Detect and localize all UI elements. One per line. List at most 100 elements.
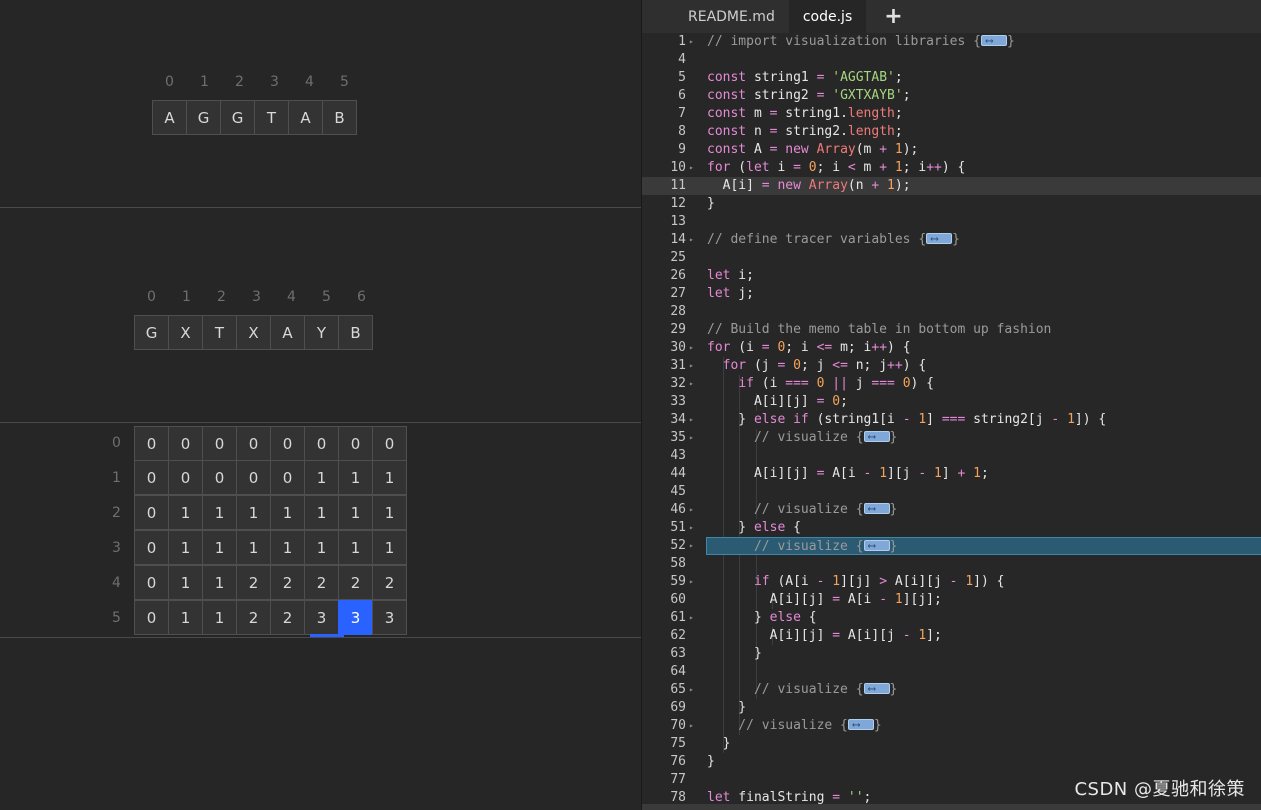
memo-cell[interactable]: 0 [134,460,169,495]
memo-cell[interactable]: 0 [134,426,169,461]
fold-toggle-icon[interactable]: ▸ [689,681,699,699]
memo-cell[interactable]: 3 [338,600,373,635]
code-text[interactable]: // visualize {} [706,537,1261,555]
code-line[interactable]: 25 [642,249,1261,267]
code-line[interactable]: 33 A[i][j] = 0; [642,393,1261,411]
code-line[interactable]: 34 ▸ } else if (string1[i - 1] === string… [642,411,1261,429]
code-line[interactable]: 11 A[i] = new Array(n + 1); [642,177,1261,195]
code-line[interactable]: 6 const string2 = 'GXTXAYB'; [642,87,1261,105]
memo-cell[interactable]: 1 [372,530,407,565]
fold-toggle-icon[interactable]: ▸ [689,609,699,627]
memo-cell[interactable]: 2 [372,565,407,600]
code-line[interactable]: 75 } [642,735,1261,753]
memo-cell[interactable]: 1 [236,495,271,530]
line-number[interactable]: 60 [642,591,686,609]
memo-cell[interactable]: 2 [304,565,339,600]
memo-cell[interactable]: 2 [270,600,305,635]
line-number[interactable]: 33 [642,393,686,411]
array-cell[interactable]: G [220,100,255,135]
code-line[interactable]: 61 ▸ } else { [642,609,1261,627]
fold-toggle-icon[interactable]: ▸ [689,519,699,537]
code-line[interactable]: 69 } [642,699,1261,717]
memo-cell[interactable]: 1 [338,460,373,495]
memo-cell[interactable]: 2 [338,565,373,600]
code-text[interactable]: } [707,195,715,213]
code-line[interactable]: 32 ▸ if (i === 0 || j === 0) { [642,375,1261,393]
fold-toggle-icon[interactable]: ▸ [689,501,699,519]
folded-region-marker-icon[interactable] [926,230,953,248]
code-text[interactable]: A[i][j] = A[i - 1][j - 1] + 1; [707,465,989,483]
code-text[interactable]: // Build the memo table in bottom up fas… [707,321,1051,339]
code-line[interactable]: 70▸ // visualize {} [642,716,1261,735]
code-line[interactable]: 30 ▸ for (i = 0; i <= m; i++) { [642,339,1261,357]
memo-cell[interactable]: 1 [304,460,339,495]
memo-cell[interactable]: 2 [236,565,271,600]
code-line[interactable]: 7 const m = string1.length; [642,105,1261,123]
code-text[interactable]: } else { [707,609,817,627]
fold-toggle-icon[interactable]: ▸ [689,411,699,429]
code-text[interactable]: } [707,699,746,717]
code-text[interactable]: for (let i = 0; i < m + 1; i++) { [707,159,965,177]
code-text[interactable]: const string1 = 'AGGTAB'; [707,69,903,87]
code-text[interactable]: A[i][j] = 0; [707,393,848,411]
line-number[interactable]: 65 [642,681,686,699]
fold-toggle-icon[interactable]: ▸ [689,231,699,249]
add-tab-button[interactable]: + [866,0,920,33]
line-number[interactable]: 35 [642,429,686,447]
memo-cell[interactable]: 1 [202,530,237,565]
fold-toggle-icon[interactable]: ▸ [689,339,699,357]
memo-cell[interactable]: 1 [270,495,305,530]
code-line[interactable]: 58 [642,555,1261,573]
code-line[interactable]: 27 let j; [642,285,1261,303]
memo-cell[interactable]: 2 [270,565,305,600]
array-cell[interactable]: A [270,315,305,350]
code-text[interactable]: for (j = 0; j <= n; j++) { [707,357,927,375]
fold-toggle-icon[interactable]: ▸ [689,429,699,447]
code-text[interactable]: } else if (string1[i - 1] === string2[j … [707,411,1106,429]
code-line[interactable]: 46▸ // visualize {} [642,500,1261,519]
code-line[interactable]: 9 const A = new Array(m + 1); [642,141,1261,159]
line-number[interactable]: 6 [642,87,686,105]
memo-cell[interactable]: 0 [202,460,237,495]
array-cell[interactable]: B [322,100,357,135]
fold-toggle-icon[interactable]: ▸ [689,573,699,591]
memo-cell[interactable]: 0 [202,426,237,461]
line-number[interactable]: 34 [642,411,686,429]
folded-region-marker-icon[interactable] [863,680,890,698]
line-number[interactable]: 14 [642,231,686,249]
code-text[interactable]: const A = new Array(m + 1); [707,141,918,159]
fold-toggle-icon[interactable]: ▸ [689,537,699,555]
memo-cell[interactable]: 1 [168,495,203,530]
memo-cell[interactable]: 3 [372,600,407,635]
code-text[interactable]: A[i][j] = A[i][j - 1]; [707,627,942,645]
memo-cell[interactable]: 0 [134,600,169,635]
memo-cell[interactable]: 3 [304,600,339,635]
code-line[interactable]: 52▸ // visualize {} [642,537,1261,555]
line-number[interactable]: 1 [642,33,686,51]
code-text[interactable]: // import visualization libraries {} [707,33,1015,51]
line-number[interactable]: 25 [642,249,686,267]
line-number[interactable]: 52 [642,537,686,555]
code-line[interactable]: 64 [642,663,1261,681]
folded-region-marker-icon[interactable] [863,500,890,518]
code-text[interactable]: // define tracer variables {} [707,230,960,249]
line-number[interactable]: 5 [642,69,686,87]
code-text[interactable]: } else { [707,519,801,537]
memo-cell[interactable]: 0 [236,460,271,495]
line-number[interactable]: 46 [642,501,686,519]
code-line[interactable]: 28 [642,303,1261,321]
memo-cell[interactable]: 1 [304,530,339,565]
line-number[interactable]: 62 [642,627,686,645]
code-line[interactable]: 43 [642,447,1261,465]
array-cell[interactable]: A [152,100,187,135]
memo-cell[interactable]: 0 [270,426,305,461]
array-cell[interactable]: T [202,315,237,350]
folded-region-marker-icon[interactable] [863,428,890,446]
array-cell[interactable]: G [134,315,169,350]
code-text[interactable]: let i; [707,267,754,285]
memo-cell[interactable]: 0 [236,426,271,461]
line-number[interactable]: 51 [642,519,686,537]
code-line[interactable]: 12} [642,195,1261,213]
line-number[interactable]: 10 [642,159,686,177]
array-cell[interactable]: X [168,315,203,350]
